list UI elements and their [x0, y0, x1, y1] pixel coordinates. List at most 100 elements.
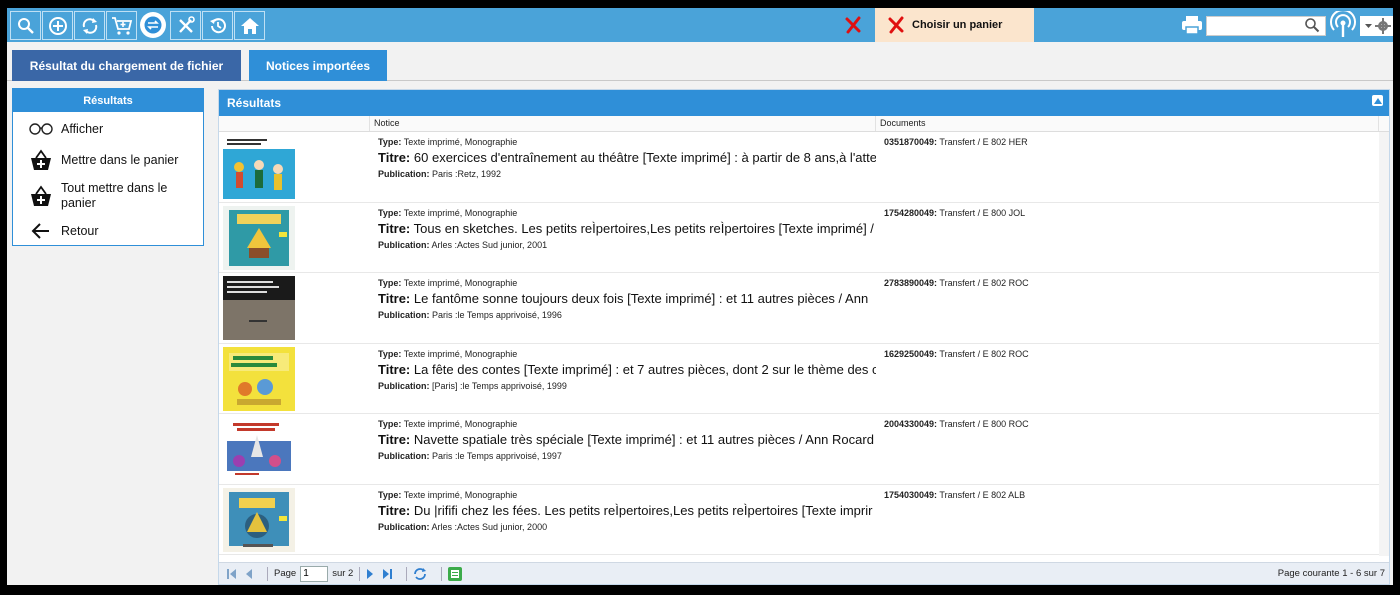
tab-imported-notices[interactable]: Notices importées — [249, 50, 387, 81]
results-list: Type: Texte imprimé, Monographie Titre: … — [219, 132, 1389, 556]
notice-publication: Paris :Retz, 1992 — [432, 169, 502, 179]
actions-panel: Résultats Afficher Mettre dans le panier… — [12, 88, 204, 246]
glasses-icon — [29, 122, 53, 136]
search-icon[interactable] — [1304, 17, 1320, 38]
book-cover-thumbnail[interactable] — [223, 487, 295, 552]
title-label: Titre: — [378, 291, 411, 306]
document-info: Transfert / E 802 ALB — [939, 489, 1026, 500]
next-page-icon[interactable] — [366, 568, 374, 579]
title-label: Titre: — [378, 220, 411, 236]
document-info: Transfert / E 802 ROC — [939, 348, 1029, 359]
app-window: Choisir un panier Résultat du chargement… — [7, 8, 1393, 585]
arrow-left-icon — [29, 223, 53, 239]
history-icon[interactable] — [202, 11, 233, 40]
document-id: 2783890049: — [884, 278, 938, 288]
result-row[interactable]: Type: Texte imprimé, Monographie Titre: … — [219, 132, 1389, 203]
book-cover-thumbnail[interactable] — [223, 417, 295, 481]
type-label: Type: — [378, 137, 402, 147]
tools-icon[interactable] — [170, 11, 201, 40]
settings-dropdown[interactable] — [1360, 16, 1393, 36]
cancel-x-icon[interactable] — [843, 15, 863, 35]
top-toolbar: Choisir un panier — [7, 8, 1393, 42]
document-info: Transfert / E 800 JOL — [939, 207, 1026, 218]
refresh-icon[interactable] — [74, 11, 105, 40]
result-row[interactable]: Type: Texte imprimé, Monographie Titre: … — [219, 485, 1389, 555]
document-id: 1629250049: — [884, 348, 938, 359]
add-to-basket-label: Mettre dans le panier — [61, 153, 179, 167]
publication-label: Publication: — [378, 169, 430, 179]
publication-label: Publication: — [378, 521, 430, 532]
book-cover-thumbnail[interactable] — [223, 205, 295, 270]
notice-publication: [Paris] :le Temps apprivoisé, 1999 — [432, 380, 567, 391]
notice-type: Texte imprimé, Monographie — [403, 278, 518, 288]
results-column-headers: Notice Documents — [219, 116, 1389, 132]
transfer-icon[interactable] — [140, 12, 166, 38]
basket-add-icon — [29, 149, 53, 171]
results-scrollbar[interactable] — [1379, 132, 1389, 556]
notice-type: Texte imprimé, Monographie — [403, 137, 518, 147]
cancel-x-icon — [888, 16, 904, 34]
notice-title: 60 exercices d'entraînement au théâtre [… — [413, 150, 876, 165]
results-title: Résultats — [227, 96, 282, 110]
add-circle-icon[interactable] — [42, 11, 73, 40]
type-label: Type: — [378, 419, 402, 429]
title-label: Titre: — [378, 432, 411, 447]
publication-label: Publication: — [378, 239, 430, 250]
back-button[interactable]: Retour — [13, 217, 203, 245]
column-header-documents[interactable]: Documents — [876, 116, 1379, 131]
document-info: Transfert / E 802 HER — [939, 137, 1028, 147]
result-row[interactable]: Type: Texte imprimé, Monographie Titre: … — [219, 344, 1389, 414]
pager-divider — [441, 566, 443, 581]
column-header-notice[interactable]: Notice — [370, 116, 876, 131]
choose-basket-label: Choisir un panier — [912, 19, 1003, 31]
notice-type: Texte imprimé, Monographie — [403, 207, 518, 218]
pager-divider — [406, 566, 408, 581]
book-cover-thumbnail[interactable] — [223, 276, 295, 340]
pagination-bar: Page sur 2 Page courante 1 - 6 sur 7 — [219, 562, 1389, 584]
document-id: 1754280049: — [884, 207, 938, 218]
page-number-input[interactable] — [300, 565, 329, 582]
cart-icon[interactable] — [106, 11, 137, 40]
notice-title: Tous en sketches. Les petits reÌpertoire… — [413, 220, 874, 236]
first-page-icon[interactable] — [227, 568, 237, 579]
page-info: Page courante 1 - 6 sur 7 — [1277, 568, 1385, 579]
notice-publication: Arles :Actes Sud junior, 2000 — [431, 521, 548, 532]
tab-file-loading-result[interactable]: Résultat du chargement de fichier — [12, 50, 241, 81]
notice-publication: Arles :Actes Sud junior, 2001 — [431, 239, 548, 250]
title-label: Titre: — [378, 361, 411, 377]
book-cover-thumbnail[interactable] — [223, 346, 295, 411]
home-icon[interactable] — [234, 11, 265, 40]
notice-type: Texte imprimé, Monographie — [403, 489, 518, 500]
export-icon[interactable] — [448, 566, 463, 581]
notice-title: Du |rififi chez les fées. Les petits reÌ… — [413, 502, 873, 518]
last-page-icon[interactable] — [382, 568, 393, 579]
refresh-icon[interactable] — [413, 567, 427, 581]
book-cover-thumbnail[interactable] — [223, 135, 295, 199]
show-label: Afficher — [61, 121, 104, 136]
notice-type: Texte imprimé, Monographie — [403, 419, 518, 429]
publication-label: Publication: — [378, 310, 430, 320]
notice-title: Le fantôme sonne toujours deux fois [Tex… — [413, 291, 869, 306]
print-icon[interactable] — [1181, 15, 1203, 40]
title-label: Titre: — [378, 502, 411, 518]
previous-page-icon[interactable] — [245, 568, 253, 579]
choose-basket-button[interactable]: Choisir un panier — [875, 8, 1034, 42]
type-label: Type: — [378, 207, 402, 218]
result-row[interactable]: Type: Texte imprimé, Monographie Titre: … — [219, 273, 1389, 344]
notice-publication: Paris :le Temps apprivoisé, 1997 — [432, 451, 562, 461]
column-header-image — [219, 116, 370, 131]
result-row[interactable]: Type: Texte imprimé, Monographie Titre: … — [219, 414, 1389, 485]
add-all-to-basket-button[interactable]: Tout mettre dans le panier — [13, 175, 203, 217]
broadcast-icon[interactable] — [1329, 9, 1357, 44]
type-label: Type: — [378, 489, 402, 500]
show-button[interactable]: Afficher — [13, 112, 203, 145]
collapse-icon[interactable] — [1372, 95, 1383, 106]
notice-type: Texte imprimé, Monographie — [403, 348, 518, 359]
back-label: Retour — [61, 224, 99, 238]
notice-publication: Paris :le Temps apprivoisé, 1996 — [432, 310, 562, 320]
add-to-basket-button[interactable]: Mettre dans le panier — [13, 145, 203, 175]
type-label: Type: — [378, 348, 402, 359]
result-row[interactable]: Type: Texte imprimé, Monographie Titre: … — [219, 203, 1389, 273]
document-id: 0351870049: — [884, 137, 938, 147]
search-icon[interactable] — [10, 11, 41, 40]
